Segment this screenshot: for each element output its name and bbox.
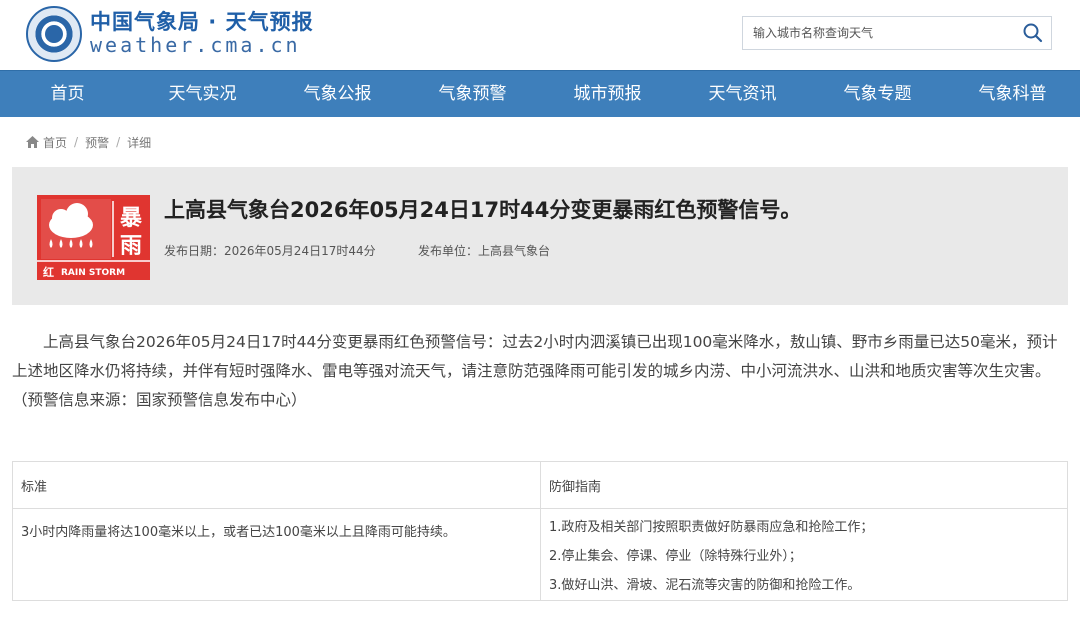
table-header-row: 标准 防御指南 [12,461,1068,509]
defense-guide-table: 标准 防御指南 3小时内降雨量将达100毫米以上，或者已达100毫米以上且降雨可… [12,461,1068,601]
nav-weather-live[interactable]: 天气实况 [135,71,270,117]
guide-item: 1.政府及相关部门按照职责做好防暴雨应急和抢险工作； [549,520,874,535]
breadcrumb-separator: / [74,135,79,149]
warning-icon-level: 红 [43,265,54,279]
header-guide: 防御指南 [540,461,1068,509]
main-nav: 首页 天气实况 气象公报 气象预警 城市预报 天气资讯 气象专题 气象科普 [0,70,1080,117]
publish-unit: 发布单位：上高县气象台 [418,244,551,258]
site-header: 中国气象局 · 天气预报 weather.cma.cn [0,0,1080,70]
rainstorm-red-warning-icon: 暴 雨 红 RAIN STORM [37,195,150,280]
guide-item: 2.停止集会、停课、停业（除特殊行业外）； [549,549,802,564]
breadcrumb-separator: / [116,135,121,149]
city-search-box [742,16,1052,50]
nav-science[interactable]: 气象科普 [945,71,1080,117]
nav-bulletin[interactable]: 气象公报 [270,71,405,117]
site-domain[interactable]: weather.cma.cn [90,33,301,57]
warning-title: 上高县气象台2026年05月24日17时44分变更暴雨红色预警信号。 [164,198,802,222]
nav-warning[interactable]: 气象预警 [405,71,540,117]
breadcrumb-warning[interactable]: 预警 [85,134,109,151]
breadcrumb: 首页 / 预警 / 详细 [0,117,1080,167]
warning-icon-char-1: 暴 [119,206,143,231]
breadcrumb-detail: 详细 [127,135,152,150]
nav-city-forecast[interactable]: 城市预报 [540,71,675,117]
warning-icon-char-2: 雨 [120,234,142,259]
city-search-input[interactable] [743,17,1023,49]
warning-banner: 暴 雨 红 RAIN STORM 上高县气象台2026年05月24日17时44分… [12,167,1068,305]
standard-cell: 3小时内降雨量将达100毫米以上，或者已达100毫米以上且降雨可能持续。 [12,508,541,601]
home-icon [26,136,39,148]
warning-icon-en: RAIN STORM [61,268,125,278]
search-icon[interactable] [1021,21,1045,45]
cma-logo-icon[interactable] [26,6,82,62]
table-row: 3小时内降雨量将达100毫米以上，或者已达100毫米以上且降雨可能持续。 1.政… [12,508,1068,601]
nav-news[interactable]: 天气资讯 [675,71,810,117]
guide-item: 3.做好山洪、滑坡、泥石流等灾害的防御和抢险工作。 [549,578,861,593]
nav-topics[interactable]: 气象专题 [810,71,945,117]
publish-date: 发布日期：2026年05月24日17时44分 [164,244,376,258]
nav-home[interactable]: 首页 [0,71,135,117]
breadcrumb-home[interactable]: 首页 [43,134,67,151]
site-title[interactable]: 中国气象局 · 天气预报 [90,6,314,36]
header-standard: 标准 [12,461,541,509]
guide-cell: 1.政府及相关部门按照职责做好防暴雨应急和抢险工作； 2.停止集会、停课、停业（… [540,508,1068,601]
warning-content: 上高县气象台2026年05月24日17时44分变更暴雨红色预警信号：过去2小时内… [12,333,1058,409]
